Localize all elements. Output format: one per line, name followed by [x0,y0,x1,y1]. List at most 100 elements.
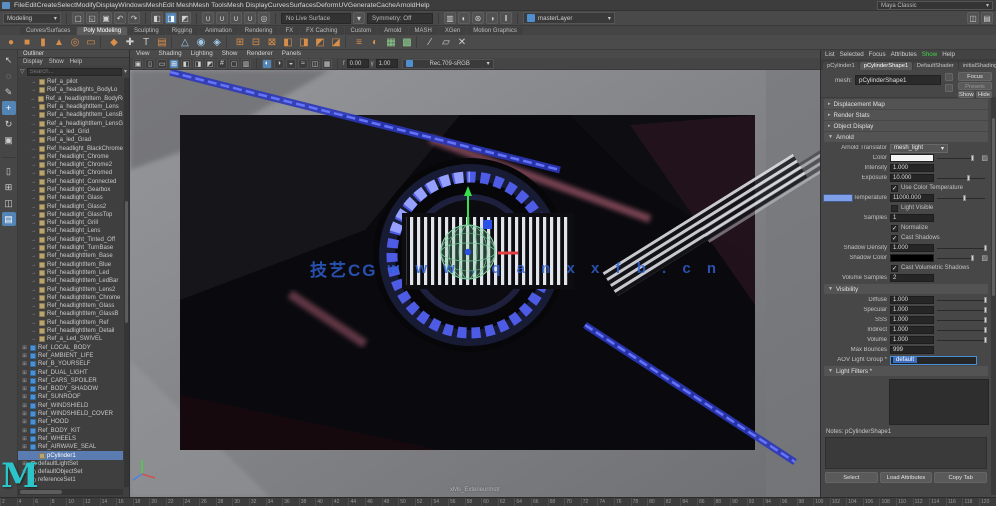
quad-draw-icon[interactable]: ▦ [384,35,398,49]
menu-item[interactable]: UV [338,2,347,9]
Ref_headlightItem_Detail[interactable]: → Ref_headlightItem_Detail [18,327,123,335]
show-button[interactable]: Show [958,91,974,98]
filter-icon[interactable]: ▽ [20,68,25,75]
expand-icon[interactable]: → [30,129,37,135]
timeline-tick[interactable]: 34 [266,498,283,506]
timeline-tick[interactable]: 66 [531,498,548,506]
outliner-search-input[interactable] [27,68,122,76]
slider-temperature[interactable] [937,194,985,202]
checkbox-light-visible[interactable] [891,205,898,212]
symmetry-dropdown[interactable]: Symmetry: Off [367,13,433,24]
checkbox-cast-shadows[interactable]: ✓ [891,235,898,242]
outliner-horizontal-scrollbar[interactable] [18,489,123,495]
chevron-down-icon[interactable]: ▾ [124,68,127,75]
timeline-tick[interactable]: 60 [481,498,498,506]
list-icon[interactable] [945,84,953,92]
field-chart-icon[interactable]: # [217,59,227,69]
timeline-tick[interactable]: 48 [382,498,399,506]
timeline-tick[interactable]: 26 [199,498,216,506]
viewport-menu-item[interactable]: Renderer [246,50,272,58]
gear-primitive-icon[interactable]: ◉ [194,35,208,49]
input-aov-light-group[interactable]: default [890,356,977,365]
smooth-icon[interactable]: ◪ [329,35,343,49]
Ref_headlight_Connected[interactable]: → Ref_headlight_Connected [18,178,123,186]
expand-icon[interactable]: → [30,245,37,251]
timeline-tick[interactable]: 40 [315,498,332,506]
slider-indirect[interactable] [937,326,985,334]
two-pane-layout-icon[interactable]: ◫ [2,196,16,210]
soccer-primitive-icon[interactable]: ◈ [210,35,224,49]
gate-mask-icon[interactable]: ◩ [205,59,215,69]
timeline-tick[interactable]: 16 [116,498,133,506]
hide-button[interactable]: Hide [976,91,992,98]
timeline-tick[interactable]: 120 [979,498,996,506]
timeline-tick[interactable]: 118 [962,498,979,506]
ipr-render-icon[interactable]: ◐ [458,12,470,24]
checkbox-cast-volumetric-shadows[interactable]: ✓ [891,265,898,272]
bridge-icon[interactable]: ◨ [297,35,311,49]
menu-item[interactable]: Edit Mesh [163,2,193,9]
timeline-tick[interactable]: 62 [498,498,515,506]
expand-icon[interactable]: → [30,170,37,176]
poly-sphere-icon[interactable]: ● [4,35,18,49]
render-settings-icon[interactable]: ⊛ [472,12,484,24]
referenceSet1[interactable]: referenceSet1 [18,476,123,484]
workspace-selector[interactable]: Maya Classic ▾ [877,1,993,10]
timeline-tick[interactable]: 76 [614,498,631,506]
wireframe-on-shaded-icon[interactable]: ▦ [322,59,332,69]
arnold-section-header[interactable]: ▼ Arnold [824,132,988,142]
scale-tool-icon[interactable]: ▣ [2,133,16,147]
ae-menu-item[interactable]: Show [922,50,937,59]
viewport-menu-item[interactable]: Show [222,50,238,58]
render-view-icon[interactable]: ▥ [444,12,456,24]
poly-disc-icon[interactable]: ◆ [107,35,121,49]
light-sphere[interactable] [441,225,495,279]
expand-icon[interactable]: ⊞ [21,386,28,392]
timeline-tick[interactable]: 44 [348,498,365,506]
delete-tool-icon[interactable]: ✕ [455,35,469,49]
Ref_headlightItem_Glass[interactable]: → Ref_headlightItem_Glass [18,302,123,310]
shelf-tab[interactable]: Custom [345,27,378,35]
film-gate-icon[interactable]: ◧ [181,59,191,69]
menu-item[interactable]: Generate [348,2,376,9]
expand-icon[interactable]: ⊞ [21,378,28,384]
expand-icon[interactable]: → [30,146,37,152]
timeline-tick[interactable]: 104 [846,498,863,506]
expand-icon[interactable]: ⊞ [21,403,28,409]
ae-vertical-scrollbar[interactable] [991,98,996,495]
timeline-tick[interactable]: 74 [597,498,614,506]
mirror-icon[interactable]: ◐ [368,35,382,49]
Ref_CARS_SPOILER[interactable]: ⊞ Ref_CARS_SPOILER [18,377,123,385]
slider-volume[interactable] [937,336,985,344]
expand-icon[interactable]: ⊞ [21,419,28,425]
platonic-icon[interactable]: △ [178,35,192,49]
input-samples[interactable]: 1 [890,214,934,222]
color-swatch-color[interactable] [890,154,934,162]
ae-bottom-button[interactable]: Select [825,472,878,483]
checkbox-normalize[interactable]: ✓ [891,225,898,232]
gamma-field[interactable]: 1.00 [376,59,398,68]
Ref_WHEELS[interactable]: ⊞ Ref_WHEELS [18,435,123,443]
poly-cube-icon[interactable]: ■ [20,35,34,49]
expand-icon[interactable]: ⊞ [21,361,28,367]
timeline-tick[interactable]: 64 [514,498,531,506]
expand-icon[interactable]: → [30,112,37,118]
ae-menu-item[interactable]: Selected [840,50,864,59]
shelf-tab[interactable]: Animation [199,27,238,35]
viewport-panel[interactable]: ViewShadingLightingShowRendererPanels ▣ … [130,50,820,497]
input-diffuse[interactable]: 1.000 [890,296,934,304]
Ref_a_headlights_BodyLo[interactable]: → Ref_a_headlights_BodyLo [18,86,123,94]
input-volume[interactable]: 1.000 [890,336,934,344]
timeline-tick[interactable]: 70 [564,498,581,506]
select-component-icon[interactable]: ◩ [179,12,191,24]
plus-icon[interactable]: ✚ [123,35,137,49]
Ref_headlight_Glass2[interactable]: → Ref_headlight_Glass2 [18,202,123,210]
render-layer-dropdown[interactable]: masterLayer ▾ [523,12,615,24]
timeline-tick[interactable]: 100 [813,498,830,506]
menu-item[interactable]: Windows [118,2,146,9]
timeline-tick[interactable]: 42 [332,498,349,506]
timeline-tick[interactable]: 18 [133,498,150,506]
expand-icon[interactable]: ⊞ [21,353,28,359]
snap-to-plane-icon[interactable]: ∪ [244,12,256,24]
poly-cylinder-icon[interactable]: ▮ [36,35,50,49]
